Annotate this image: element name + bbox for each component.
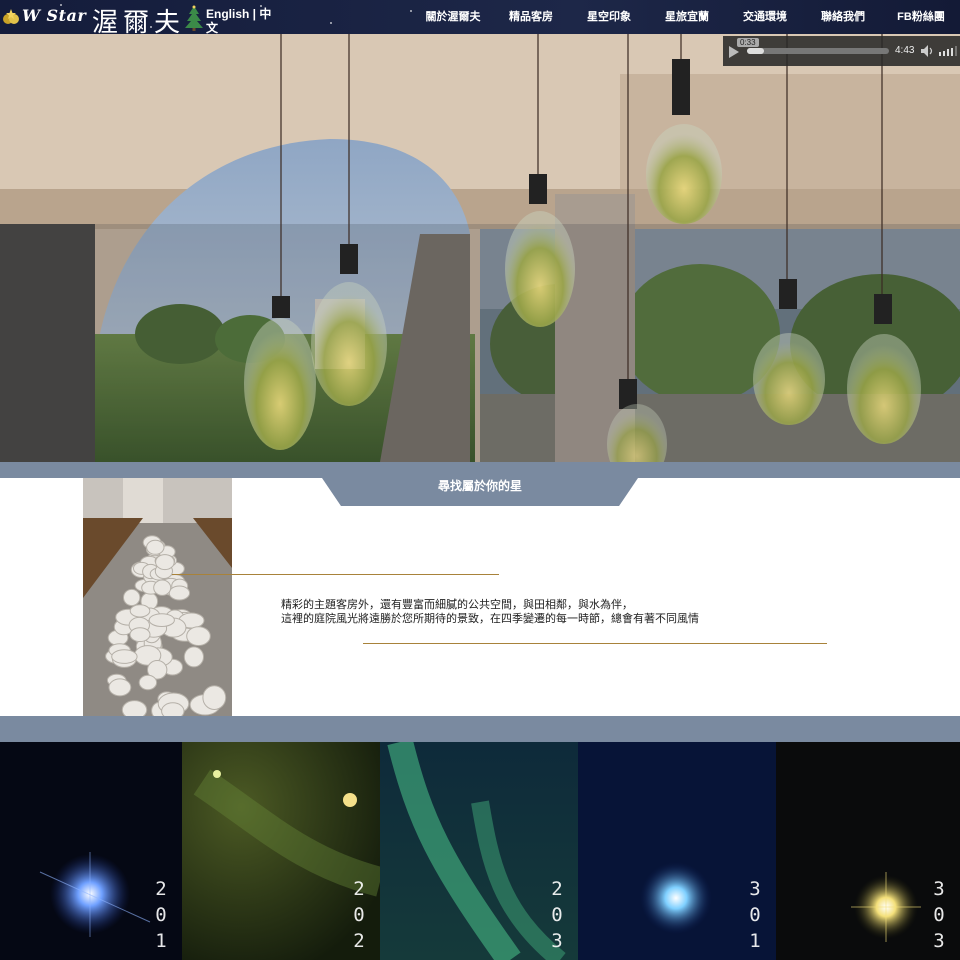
tile-year-digits: 2 0 2	[352, 876, 366, 954]
pebble	[153, 579, 172, 596]
tile-digit: 3	[551, 930, 563, 952]
nav-yilan-travel[interactable]: 星旅宜蘭	[648, 0, 726, 34]
about-description-line-2: 這裡的庭院風光將遠勝於您所期待的景致，在四季變遷的每一時節，總會有著不同風情	[281, 613, 699, 625]
nav-about[interactable]: 關於渥爾夫	[414, 0, 492, 34]
pebble	[161, 702, 185, 716]
tile-digit: 2	[155, 878, 167, 900]
star-logo-icon[interactable]	[2, 8, 20, 26]
star-tile-3[interactable]: 2 0 3	[380, 742, 578, 960]
star-gallery: 2 0 1 2 0 2 2 0 3 3 0 1 3 0 3	[0, 742, 960, 960]
star-photo-green-nebula	[182, 742, 380, 960]
section-band-top	[0, 462, 960, 478]
nav-rooms[interactable]: 精品客房	[492, 0, 570, 34]
tile-digit: 3	[933, 930, 945, 952]
section-band-bottom	[0, 716, 960, 742]
hero-photo-lightbulbs	[0, 34, 960, 462]
tile-digit: 1	[749, 930, 761, 952]
section-title: 尋找屬於你的星	[437, 479, 522, 493]
pebble	[148, 613, 175, 628]
volume-bar	[939, 52, 941, 56]
header-star-dot	[330, 22, 332, 24]
pebble	[202, 685, 227, 711]
lang-separator: |	[249, 7, 260, 21]
nav-starry-sky[interactable]: 星空印象	[570, 0, 648, 34]
brand-name-en[interactable]: W Star	[22, 6, 86, 25]
tile-digit: 2	[353, 878, 365, 900]
pebble	[155, 554, 175, 571]
lang-english-link[interactable]: English	[206, 7, 249, 21]
brand-name-zh[interactable]: 渥爾夫	[92, 2, 185, 34]
star-photo-aurora	[380, 742, 578, 960]
volume-icon[interactable]	[921, 45, 935, 57]
audio-seek-bar[interactable]	[747, 48, 889, 54]
tile-digit: 0	[749, 904, 761, 926]
about-description-line-1: 精彩的主題客房外，還有豐富而細膩的公共空間，與田相鄰，與水為伴，	[281, 599, 633, 611]
pebble	[146, 539, 165, 555]
audio-duration: 4:43	[895, 45, 915, 56]
volume-bar	[955, 46, 957, 56]
tile-digit: 0	[353, 904, 365, 926]
pebble	[138, 674, 158, 691]
star-tile-2[interactable]: 2 0 2	[182, 742, 380, 960]
pebble	[108, 678, 132, 697]
nav-transport[interactable]: 交通環境	[726, 0, 804, 34]
pebble	[186, 626, 211, 647]
pebble	[183, 646, 205, 668]
pebble	[129, 604, 151, 618]
hero-banner	[0, 34, 960, 462]
top-header: W Star 渥爾夫 English | 中文 關於渥爾夫 精品客房 星空印象 …	[0, 0, 960, 34]
tile-digit: 3	[933, 878, 945, 900]
tile-year-digits: 2 0 1	[154, 876, 168, 954]
star-photo-blue-star	[578, 742, 776, 960]
decor-line-bottom	[363, 643, 827, 644]
language-switcher: English | 中文	[206, 7, 276, 34]
audio-progress-fill	[747, 48, 765, 54]
tile-digit: 1	[155, 930, 167, 952]
tile-digit: 3	[749, 878, 761, 900]
volume-bar	[947, 49, 949, 56]
about-description: 精彩的主題客房外，還有豐富而細膩的公共空間，與田相鄰，與水為伴， 這裡的庭院風光…	[281, 598, 881, 626]
tile-digit: 0	[551, 904, 563, 926]
volume-bar	[951, 47, 953, 56]
volume-bar	[943, 50, 945, 56]
pebble	[129, 627, 151, 643]
play-button[interactable]	[729, 46, 739, 58]
tile-digit: 2	[551, 878, 563, 900]
tile-digit: 0	[155, 904, 167, 926]
pebble	[123, 588, 141, 607]
current-time-tooltip: 0:33	[737, 38, 759, 47]
star-tile-5[interactable]: 3 0 3	[776, 742, 960, 960]
star-tile-1[interactable]: 2 0 1	[0, 742, 182, 960]
main-nav: 關於渥爾夫 精品客房 星空印象 星旅宜蘭 交通環境 聯絡我們 FB粉絲團	[414, 0, 960, 34]
tile-year-digits: 2 0 3	[550, 876, 564, 954]
christmas-tree-icon	[185, 5, 203, 31]
pebble	[121, 700, 148, 716]
star-tile-4[interactable]: 3 0 1	[578, 742, 776, 960]
pebble	[168, 585, 191, 601]
header-star-dot	[410, 10, 412, 12]
audio-player: 0:33 4:43	[723, 36, 960, 66]
nav-facebook[interactable]: FB粉絲團	[882, 0, 960, 34]
pebble	[111, 649, 138, 664]
decor-line-top	[172, 574, 499, 575]
nav-contact[interactable]: 聯絡我們	[804, 0, 882, 34]
pebble-photo-image	[83, 478, 232, 716]
tile-digit: 2	[353, 930, 365, 952]
pebble-photo	[83, 478, 232, 716]
volume-slider[interactable]	[939, 46, 957, 56]
tile-year-digits: 3 0 3	[932, 876, 946, 954]
tile-digit: 0	[933, 904, 945, 926]
tile-year-digits: 3 0 1	[748, 876, 762, 954]
